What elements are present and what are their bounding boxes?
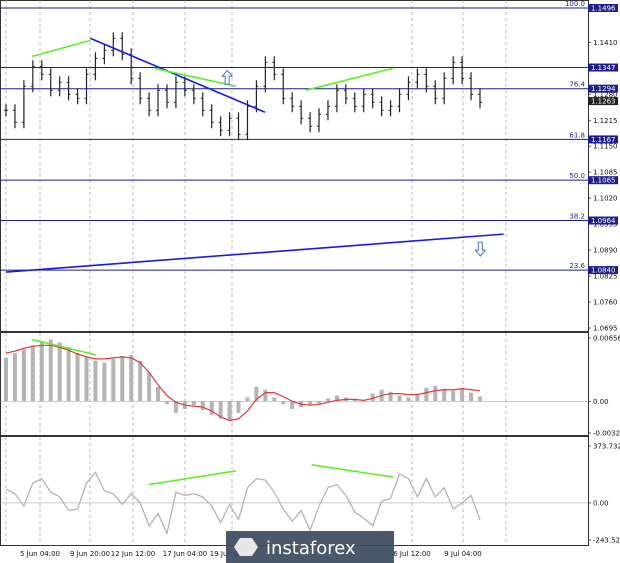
x-axis-label: 5 Jun 04:00 xyxy=(20,550,60,558)
fib-level-label: 76.4 xyxy=(569,81,585,89)
macd-histogram-bar xyxy=(129,354,134,402)
cci-layer xyxy=(0,464,588,536)
macd-y-tick-label: 0.00656 xyxy=(593,335,620,343)
level-tag-label: 1.1496 xyxy=(591,5,616,13)
cci-y-tick-label: 373.7321 xyxy=(593,443,620,451)
macd-histogram-bar xyxy=(451,390,456,402)
macd-histogram-bar xyxy=(48,339,53,402)
macd-histogram-bar xyxy=(227,401,232,421)
fib-level-label: 61.8 xyxy=(569,131,585,139)
chart-root: 100.0 76.4 61.8 50.0 38.2 23.6 5 Jun 04:00 9 J… xyxy=(0,0,620,563)
macd-histogram-bar xyxy=(164,401,169,405)
macd-histogram-bar xyxy=(75,353,80,402)
fib-level-label: 23.6 xyxy=(569,262,585,270)
watermark-text: instaforex xyxy=(266,538,356,559)
macd-histogram-bar xyxy=(66,347,71,402)
arrow-down-icon xyxy=(474,241,487,257)
price-layer: 100.0 76.4 61.8 50.0 38.2 23.6 xyxy=(0,0,588,273)
cci-divergence-line xyxy=(148,470,237,486)
macd-layer xyxy=(0,338,588,422)
divergence-line xyxy=(305,67,394,92)
fib-level-label: 100.0 xyxy=(565,0,585,8)
macd-histogram-bar xyxy=(111,358,116,402)
macd-histogram-bar xyxy=(272,397,277,402)
macd-histogram-bar xyxy=(57,342,62,402)
price-y-tick-label: 1.1215 xyxy=(593,117,618,125)
level-tag-label: 1.1263 xyxy=(591,98,616,106)
macd-histogram-bar xyxy=(290,401,295,410)
macd-histogram-bar xyxy=(442,388,447,402)
macd-histogram-bar xyxy=(263,389,268,402)
macd-y-tick-label: 0.00 xyxy=(593,398,609,406)
divergence-line xyxy=(31,39,91,58)
macd-histogram-bar xyxy=(147,372,152,402)
macd-histogram-bar xyxy=(236,401,241,413)
macd-histogram-bar xyxy=(397,395,402,402)
x-axis-label: 17 Jun 04:00 xyxy=(163,550,207,558)
macd-histogram-bar xyxy=(478,396,482,402)
macd-histogram-bar xyxy=(460,387,465,402)
cci-panel-frame xyxy=(0,436,589,546)
macd-histogram-bar xyxy=(12,353,17,402)
cci-divergence-line xyxy=(311,464,394,478)
price-y-tick-label: 1.0695 xyxy=(593,325,618,333)
level-tag-label: 1.1065 xyxy=(591,177,616,185)
macd-histogram-bar xyxy=(200,401,205,411)
macd-histogram-bar xyxy=(281,401,286,405)
chart-svg: 100.0 76.4 61.8 50.0 38.2 23.6 5 Jun 04:00 9 J… xyxy=(0,0,620,563)
arrow-up-icon xyxy=(221,69,234,85)
macd-y-tick-label: -0.00328 xyxy=(593,430,620,438)
trend-line xyxy=(5,233,504,273)
fib-level-label: 38.2 xyxy=(569,213,585,221)
macd-histogram-bar xyxy=(21,349,26,402)
macd-histogram-bar xyxy=(317,401,322,404)
macd-histogram-bar xyxy=(406,397,411,402)
macd-histogram-bar xyxy=(102,362,107,402)
trend-line xyxy=(90,37,266,114)
macd-histogram-bar xyxy=(191,401,196,406)
x-axis-label: 6 Jul 12:00 xyxy=(393,550,431,558)
price-y-tick-label: 1.1020 xyxy=(593,195,618,203)
macd-histogram-bar xyxy=(156,386,161,402)
macd-histogram-bar xyxy=(209,401,214,415)
macd-histogram-bar xyxy=(120,355,125,402)
level-tag-label: 1.0840 xyxy=(591,267,616,275)
price-y-tick-label: 1.1085 xyxy=(593,169,618,177)
macd-histogram-bar xyxy=(424,387,429,402)
level-tag-label: 1.1294 xyxy=(591,85,616,93)
macd-histogram-bar xyxy=(325,398,330,402)
cci-y-tick-label: 0.00 xyxy=(593,499,609,507)
macd-histogram-bar xyxy=(138,360,143,402)
x-axis-label: 9 Jul 04:00 xyxy=(444,550,482,558)
level-tag-label: 1.1347 xyxy=(591,64,616,72)
macd-histogram-bar xyxy=(93,360,98,402)
macd-histogram-bar xyxy=(245,397,250,402)
level-tag-label: 1.0964 xyxy=(591,217,616,225)
watermark: instaforex xyxy=(226,531,394,563)
level-tag-label: 1.1167 xyxy=(591,136,616,144)
macd-histogram-bar xyxy=(39,341,44,402)
price-y-tick-label: 1.1410 xyxy=(593,39,618,47)
macd-histogram-bar xyxy=(84,356,89,402)
macd-histogram-bar xyxy=(4,357,8,402)
macd-histogram-bar xyxy=(433,385,438,402)
price-y-tick-label: 1.0890 xyxy=(593,247,618,255)
macd-panel-frame xyxy=(0,332,589,436)
cci-y-tick-label: -243.5278 xyxy=(593,537,620,545)
macd-histogram-bar xyxy=(469,392,474,402)
macd-histogram-bar xyxy=(361,401,366,402)
x-axis-label: 12 Jun 12:00 xyxy=(111,550,155,558)
macd-histogram-bar xyxy=(30,345,35,402)
price-y-tick-label: 1.0760 xyxy=(593,299,618,307)
divergence-line xyxy=(154,67,237,88)
fib-level-label: 50.0 xyxy=(569,172,585,180)
price-panel-frame xyxy=(0,0,589,332)
x-axis-label: 9 Jun 20:00 xyxy=(70,550,110,558)
